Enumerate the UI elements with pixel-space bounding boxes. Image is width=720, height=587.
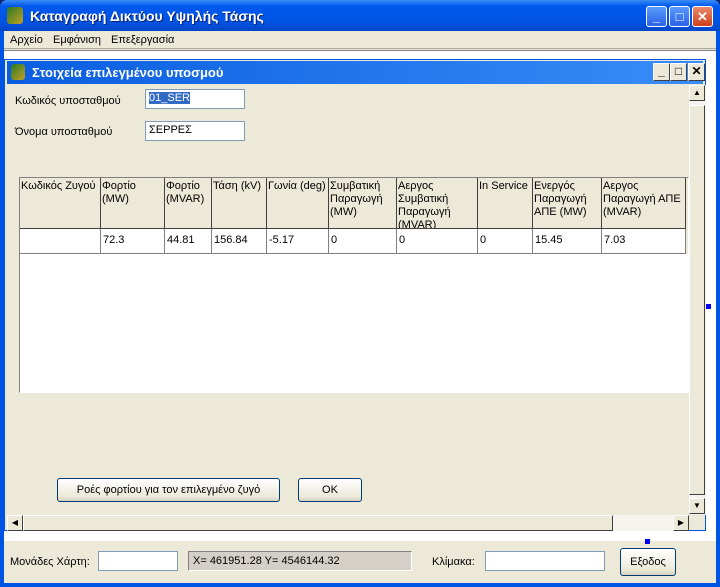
minimize-button[interactable]: _ [646,6,667,27]
table-cell[interactable]: -5.17 [267,229,329,254]
map-units-field[interactable] [98,551,178,571]
col-header[interactable]: Γωνία (deg) [267,178,329,229]
table-cell[interactable]: 0 [329,229,397,254]
vertical-scroll-thumb[interactable] [689,105,705,495]
child-maximize-button[interactable]: □ [670,63,687,81]
col-header[interactable]: In Service [478,178,533,229]
code-label: Κωδικός υποσταθμού [15,95,121,107]
child-close-button[interactable]: ✕ [688,63,705,81]
code-value: 01_SER [149,92,190,104]
grid-body: Κωδικός Ζυγού Φορτίο (MW) Φορτίο (MVAR) … [20,178,688,392]
col-header[interactable]: Αεργος Παραγωγή ΑΠΕ (MVAR) [602,178,686,229]
app-network-icon [11,64,25,80]
col-header[interactable]: Φορτίο (MVAR) [165,178,212,229]
col-header[interactable]: Τάση (kV) [212,178,267,229]
scroll-up-arrow-icon[interactable]: ▲ [689,85,705,101]
app-network-icon [7,7,23,24]
child-title-bar[interactable]: Στοιχεία επιλεγμένου υποσμού _ □ ✕ [7,61,705,84]
horizontal-scroll-thumb[interactable] [23,515,613,531]
horizontal-scrollbar[interactable]: ◀ ▶ [7,515,689,531]
child-title: Στοιχεία επιλεγμένου υποσμού [32,65,224,80]
window-title: Καταγραφή Δικτύου Υψηλής Τάσης [30,8,264,24]
table-cell[interactable]: 15.45 [533,229,602,254]
maximize-button[interactable]: □ [669,6,690,27]
title-bar[interactable]: Καταγραφή Δικτύου Υψηλής Τάσης _ □ ✕ [0,0,720,31]
map-marker [706,304,711,309]
map-marker [645,539,650,544]
menu-view[interactable]: Εμφάνιση [53,34,101,46]
table-cell[interactable]: 44.81 [165,229,212,254]
table-cell[interactable]: 0 [397,229,478,254]
close-button[interactable]: ✕ [692,6,713,27]
main-window: Καταγραφή Δικτύου Υψηλής Τάσης _ □ ✕ Αρχ… [0,0,720,587]
col-header[interactable]: Φορτίο (MW) [101,178,165,229]
scale-label: Κλίμακα: [432,556,475,568]
map-units-label: Μονάδες Χάρτη: [10,556,90,568]
col-header[interactable]: Αεργος Συμβατική Παραγωγή (MVAR) [397,178,478,229]
table-cell[interactable]: 7.03 [602,229,686,254]
client-area: Αρχείο Εμφάνιση Επεξεργασία Στοιχεία επι… [4,31,716,583]
scroll-left-arrow-icon[interactable]: ◀ [7,515,23,531]
name-label: Όνομα υποσταθμού [15,126,113,138]
scroll-right-arrow-icon[interactable]: ▶ [673,515,689,531]
code-field[interactable]: 01_SER [145,89,245,109]
col-header[interactable]: Κωδικός Ζυγού [20,178,101,229]
table-cell[interactable]: 156.84 [212,229,267,254]
coordinates-readout: X= 461951.28 Y= 4546144.32 [188,551,412,571]
name-field[interactable]: ΣΕΡΡΕΣ [145,121,245,141]
substation-details-window: Στοιχεία επιλεγμένου υποσμού _ □ ✕ Κωδικ… [4,59,706,531]
mdi-area: Στοιχεία επιλεγμένου υποσμού _ □ ✕ Κωδικ… [4,50,716,544]
scale-field[interactable] [485,551,605,571]
table-cell[interactable]: 14131 [20,229,101,254]
col-header[interactable]: Ενεργός Παραγωγή ΑΠΕ (MW) [533,178,602,229]
table-cell[interactable]: 0 [478,229,533,254]
child-minimize-button[interactable]: _ [653,63,670,81]
grid-empty-area [20,254,688,392]
exit-button[interactable]: Εξοδος [620,548,676,576]
bus-data-grid[interactable]: Κωδικός Ζυγού Φορτίο (MW) Φορτίο (MVAR) … [19,177,689,393]
menu-file[interactable]: Αρχείο [10,34,43,46]
col-header[interactable]: Συμβατική Παραγωγή (MW) [329,178,397,229]
menu-edit[interactable]: Επεξεργασία [111,34,174,46]
ok-button[interactable]: OK [298,478,362,502]
menu-bar: Αρχείο Εμφάνιση Επεξεργασία [4,31,716,49]
load-flows-button[interactable]: Ροές φορτίου για τον επιλεγμένο ζυγό [57,478,280,502]
vertical-scrollbar[interactable]: ▲ ▼ [689,85,706,515]
table-cell[interactable]: 72.3 [101,229,165,254]
scroll-down-arrow-icon[interactable]: ▼ [689,498,705,514]
